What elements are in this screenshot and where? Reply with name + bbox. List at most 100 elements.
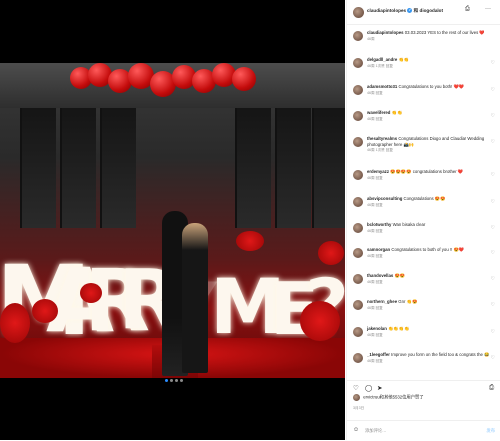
comment-time: 46周 [367,202,375,207]
comment-username[interactable]: bclotworthy [367,222,391,227]
comment-likes[interactable]: 1次赞 [376,64,385,68]
bookmark-icon[interactable]: ⎙ [465,6,470,13]
post-date: 3月3日 [353,406,365,410]
reply-link[interactable]: 回复 [376,280,383,284]
comment-username[interactable]: adamsmotto31 [367,84,397,89]
comment-meta: 46周 回复 [367,203,491,209]
comment-heart-icon[interactable]: ♡ [491,250,495,256]
comment-heart-icon[interactable]: ♡ [491,329,495,335]
commenter-avatar[interactable] [353,248,363,258]
likes-summary[interactable]: ervictruu和其他5532位用户赞了 [353,394,424,401]
author-avatar[interactable] [353,7,364,18]
bookmark-icon[interactable]: ⎙ [489,384,494,392]
comment-text: 👏👏👏👏 [388,326,410,331]
comment-time: 46周 [367,90,375,95]
comment-heart-icon[interactable]: ♡ [491,199,495,205]
post-photo[interactable]: M A R R Y M E ? [0,63,345,378]
comment-time: 46周 [367,175,375,180]
comment-username[interactable]: absvipconsulting [367,196,402,201]
verified-icon: ✓ [407,8,413,14]
comment-meta: 46周 回复 [367,254,491,260]
more-icon[interactable]: ··· [485,6,491,12]
reply-link[interactable]: 回复 [376,117,383,121]
balloon-cluster [70,63,260,101]
comment-heart-icon[interactable]: ♡ [491,302,495,308]
carousel-indicator [165,369,185,387]
comment-meta: 46周 回复 [367,176,491,182]
smiley-icon[interactable]: ☺ [353,427,359,433]
coauthor-username[interactable]: diogodalot [420,8,443,13]
author-username[interactable]: claudiapintolopes [367,8,406,13]
couple-figure [160,211,220,376]
comment-time: 46周 [367,228,375,233]
comment-heart-icon[interactable]: ♡ [491,172,495,178]
send-icon[interactable]: ➤ [377,384,382,392]
comment-text: 👏👏 [398,57,410,62]
liker-avatar [353,394,360,401]
reply-link[interactable]: 回复 [386,148,393,152]
comment-username[interactable]: northern_ghee [367,299,397,304]
add-comment-bar: ☺ 添加评论… 发布 [347,420,500,441]
caption-username[interactable]: claudiapintolopes [367,30,404,35]
reply-link[interactable]: 回复 [376,203,383,207]
comment-likes[interactable]: 1次赞 [376,148,385,152]
commenter-avatar[interactable] [353,300,363,310]
comment-username[interactable]: erdemyazz [367,169,389,174]
comment-username[interactable]: jakenolan [367,326,387,331]
commenter-avatar[interactable] [353,274,363,284]
comment-text: Congratulations 😍😍 [403,196,446,201]
comment-username[interactable]: samnorgan [367,247,390,252]
comment-username[interactable]: _1leegoffer [367,352,390,357]
comment-username[interactable]: delgadll_andre [367,57,397,62]
comment-time: 46周 [367,305,375,310]
comment-username[interactable]: thandovellas [367,273,393,278]
comment-input[interactable]: 添加评论… [365,428,386,434]
commenter-avatar[interactable] [353,85,363,95]
comment-meta: 46周 回复 [367,333,491,339]
comment-heart-icon[interactable]: ♡ [491,87,495,93]
post-authors: claudiapintolopes ✓ 和 diogodalot [367,8,443,14]
comment-username[interactable]: thesaltyrealms [367,136,397,141]
action-bar: ♡ ◯ ➤ ⎙ [347,380,500,393]
commenter-avatar[interactable] [353,327,363,337]
comment-heart-icon[interactable]: ♡ [491,60,495,66]
commenter-avatar[interactable] [353,111,363,121]
commenter-avatar[interactable] [353,223,363,233]
post-button[interactable]: 发布 [486,428,495,434]
reply-link[interactable]: 回复 [376,229,383,233]
reply-link[interactable]: 回复 [376,254,383,258]
comment-meta: 46周 回复 [367,117,491,123]
reply-link[interactable]: 回复 [376,306,383,310]
comment-heart-icon[interactable]: ♡ [491,225,495,231]
commenter-avatar[interactable] [353,137,363,147]
with-word: 和 [413,8,419,13]
caption-time: 46周 [367,36,375,41]
comment-time: 46周 [367,148,375,152]
commenter-avatar[interactable] [353,197,363,207]
reply-link[interactable]: 回复 [376,91,383,95]
comment-heart-icon[interactable]: ♡ [491,139,495,145]
reply-link[interactable]: 回复 [386,64,393,68]
comment-username[interactable]: wavelifered [367,110,390,115]
post-sidebar: claudiapintolopes ✓ 和 diogodalot ⎙ ··· c… [346,0,500,440]
reply-link[interactable]: 回复 [376,333,383,337]
commenter-avatar[interactable] [353,170,363,180]
reply-link[interactable]: 回复 [376,176,383,180]
comment-time: 46周 [367,332,375,337]
commenter-avatar[interactable] [353,353,363,363]
comment-meta: 46周 回复 [367,306,491,312]
comment-time: 46周 [367,63,375,68]
comment-meta: 46周 回复 [367,280,491,286]
comment-heart-icon[interactable]: ♡ [491,276,495,282]
caption-avatar[interactable] [353,31,363,41]
comment-text: 😍😍 [394,273,406,278]
commenter-avatar[interactable] [353,58,363,68]
comment-icon[interactable]: ◯ [365,384,372,392]
comment-meta: 46周 回复 [367,229,491,235]
heart-icon[interactable]: ♡ [353,384,359,392]
comment-heart-icon[interactable]: ♡ [491,355,495,361]
comment-heart-icon[interactable]: ♡ [491,113,495,119]
reply-link[interactable]: 回复 [376,359,383,363]
comment-text: Congratulations to both of you !! 😍❤️ [391,247,465,252]
comment-text: 😍😍😍😍 congratulations brother ❤️ [390,169,464,174]
